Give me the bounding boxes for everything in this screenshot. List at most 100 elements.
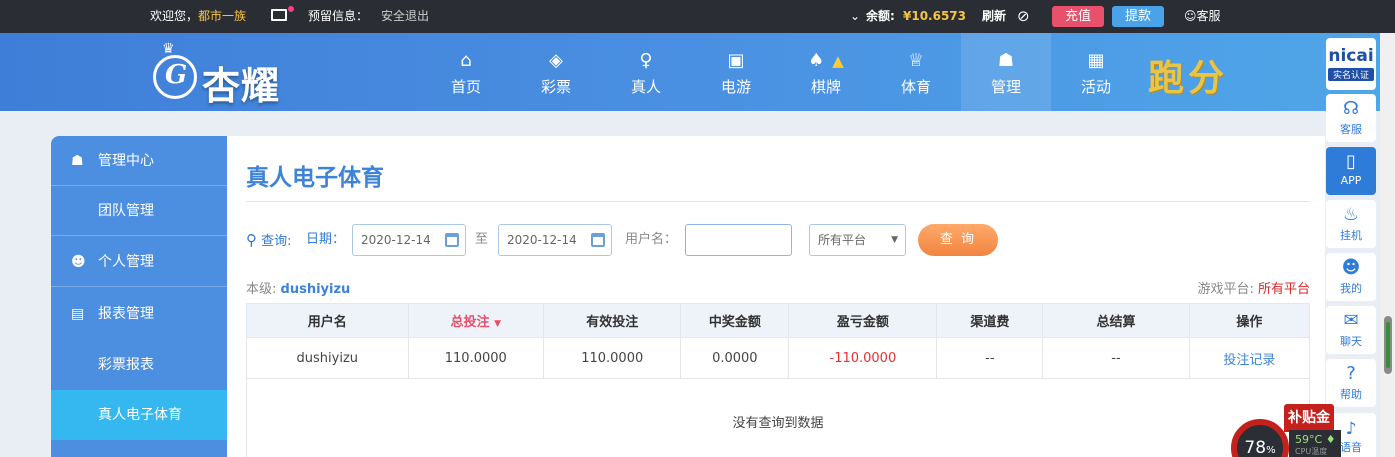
col-win-amount: 中奖金额: [680, 303, 790, 338]
nav-live[interactable]: ♀ 真人: [601, 33, 691, 111]
date-from-value: 2020-12-14: [361, 233, 431, 247]
menu-item-lottery-report[interactable]: 彩票报表: [51, 340, 227, 390]
cpu-percent: 78: [1244, 438, 1267, 457]
float-label: 聊天: [1340, 335, 1362, 348]
cpu-temperature: 59°C ♦ CPU温度: [1289, 430, 1341, 457]
col-settlement: 总结算: [1042, 303, 1190, 338]
col-total-bet[interactable]: 总投注 ▼: [407, 303, 545, 338]
withdraw-button[interactable]: 提款: [1112, 6, 1164, 27]
level-info: 本级: dushiyizu: [246, 278, 350, 297]
float-mine[interactable]: ☻ 我的: [1326, 253, 1376, 301]
badge-logo-text: nicai: [1328, 46, 1374, 66]
service-label: 客服: [1196, 9, 1221, 23]
nav-lottery[interactable]: ◈ 彩票: [511, 33, 601, 111]
trophy-icon: ♕: [907, 50, 925, 71]
username-input[interactable]: [685, 224, 792, 256]
main-panel: 真人电子体育 ⚲ 查询: 日期： 2020-12-14 至 2020-12-14…: [227, 136, 1325, 457]
date-from-input[interactable]: 2020-12-14: [352, 224, 466, 256]
username-link[interactable]: 都市一族: [198, 9, 246, 23]
menu-group-reports[interactable]: ▤ 报表管理: [51, 289, 227, 339]
promo-banner[interactable]: 跑分: [1148, 49, 1228, 101]
users-icon: ☗: [71, 153, 84, 169]
page-title: 真人电子体育: [246, 165, 384, 191]
float-label: 帮助: [1340, 388, 1362, 401]
chevron-down-icon[interactable]: ⌄: [850, 0, 860, 33]
help-icon: ?: [1346, 363, 1356, 384]
menu-item-team[interactable]: 团队管理: [51, 186, 227, 236]
nav-cards[interactable]: ♠ ▲ 棋牌: [781, 33, 871, 111]
platform-select[interactable]: 所有平台 ▼: [809, 224, 906, 256]
subsidy-badge[interactable]: 补贴金: [1284, 404, 1334, 432]
badge-caption: 实名认证: [1328, 68, 1374, 81]
col-action: 操作: [1188, 303, 1311, 338]
page-scrollbar[interactable]: [1380, 33, 1395, 457]
scrollbar-thumb[interactable]: [1384, 316, 1392, 374]
platform-label: 游戏平台:: [1197, 282, 1254, 297]
user-icon: ☻: [71, 254, 86, 270]
date-label: 日期：: [306, 232, 346, 247]
float-label: 语音: [1340, 441, 1362, 454]
date-to-input[interactable]: 2020-12-14: [498, 224, 612, 256]
verify-badge[interactable]: nicai 实名认证: [1326, 38, 1376, 90]
mail-icon[interactable]: [271, 6, 294, 21]
nav-label: 首页: [450, 78, 481, 96]
logo-emblem: [153, 55, 197, 99]
home-icon: ⌂: [460, 50, 472, 71]
recharge-button[interactable]: 充值: [1052, 6, 1104, 27]
query-button[interactable]: 查 询: [918, 224, 998, 256]
menu-group-personal[interactable]: ☻ 个人管理: [51, 237, 227, 287]
flame-icon: ♦: [1325, 433, 1336, 446]
cell-username: dushiyizu: [246, 337, 409, 379]
logout-link[interactable]: 安全退出: [381, 0, 429, 33]
logo-text: 杏耀: [202, 64, 281, 108]
service-link[interactable]: ☺客服: [1184, 0, 1221, 33]
empty-row: 没有查询到数据: [246, 378, 1310, 457]
fire-icon: ▲: [832, 52, 844, 70]
cpu-unit: %: [1266, 445, 1276, 456]
money-bag-icon: ♨: [1342, 204, 1360, 225]
float-hangup[interactable]: ♨ 挂机: [1326, 200, 1376, 248]
col-valid-bet: 有效投注: [543, 303, 682, 338]
temperature-value: 59°C: [1295, 433, 1323, 446]
float-label: APP: [1340, 174, 1362, 187]
welcome-label: 欢迎您，: [150, 9, 199, 23]
col-username: 用户名: [246, 303, 409, 338]
search-icon: ⚲: [246, 231, 257, 249]
cell-profit-loss: -110.0000: [788, 337, 938, 379]
nav-sports[interactable]: ♕ 体育: [871, 33, 961, 111]
level-label: 本级:: [246, 282, 277, 297]
calendar-icon[interactable]: [445, 233, 459, 247]
level-value[interactable]: dushiyizu: [281, 282, 351, 297]
sort-down-icon: ▼: [494, 319, 502, 329]
eye-slash-icon[interactable]: ⊘: [1017, 0, 1030, 33]
dropdown-arrow-icon: ▼: [891, 235, 898, 245]
cards-icon: ♠ ▲: [808, 50, 844, 71]
site-logo[interactable]: ♛ 杏耀: [150, 41, 300, 108]
main-header: ♛ 杏耀 ⌂ 首页 ◈ 彩票 ♀ 真人 ▣ 电游 ♠▲ 棋牌 ♕ 体育 ☗ 管理 ▦ 活动 跑分: [0, 33, 1395, 111]
date-to-value: 2020-12-14: [507, 233, 577, 247]
float-app[interactable]: ▯ APP: [1326, 147, 1376, 195]
menu-item-live-sports[interactable]: 真人电子体育: [51, 390, 227, 440]
lottery-icon: ◈: [549, 50, 563, 71]
bet-record-link[interactable]: 投注记录: [1188, 337, 1311, 379]
nav-slots[interactable]: ▣ 电游: [691, 33, 781, 111]
nav-manage[interactable]: ☗ 管理: [961, 33, 1051, 111]
float-label: 我的: [1340, 282, 1362, 295]
refresh-link[interactable]: 刷新: [982, 0, 1006, 33]
temperature-label: CPU温度: [1295, 447, 1328, 456]
float-chat[interactable]: ✉ 聊天: [1326, 306, 1376, 354]
float-help[interactable]: ? 帮助: [1326, 359, 1376, 407]
menu-label: 管理中心: [98, 153, 154, 169]
menu-group-center[interactable]: ☗ 管理中心: [51, 136, 227, 186]
menu-label: 个人管理: [98, 254, 154, 270]
nav-activity[interactable]: ▦ 活动: [1051, 33, 1141, 111]
gift-icon: ▦: [1087, 50, 1105, 71]
username-label: 用户名：: [625, 232, 678, 247]
nav-label: 彩票: [540, 78, 571, 96]
float-service[interactable]: ☊ 客服: [1326, 94, 1376, 142]
menu-label: 报表管理: [98, 306, 154, 322]
calendar-icon[interactable]: [591, 233, 605, 247]
nav-label: 真人: [630, 78, 661, 96]
cell-win-amount: 0.0000: [680, 337, 790, 379]
nav-home[interactable]: ⌂ 首页: [421, 33, 511, 111]
